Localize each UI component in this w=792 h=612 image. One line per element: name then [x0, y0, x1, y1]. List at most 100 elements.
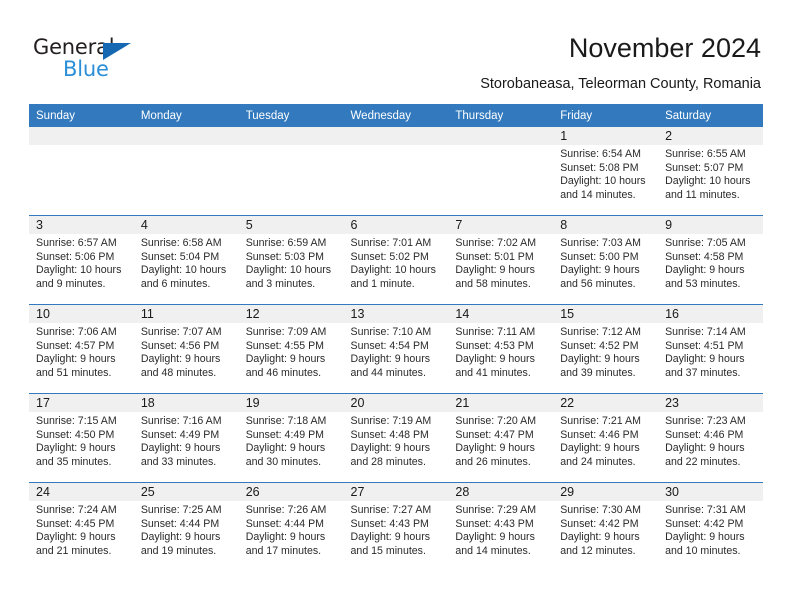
day-cell-inner: 10 Sunrise: 7:06 AM Sunset: 4:57 PM Dayligh… [29, 305, 134, 393]
day-number: 13 [343, 305, 449, 323]
day-number: 5 [238, 216, 344, 234]
sunset-text: Sunset: 5:01 PM [455, 250, 534, 263]
daylight-text: Daylight: 10 hours and 1 minute. [350, 264, 436, 290]
sunset-text: Sunset: 5:00 PM [560, 250, 639, 263]
day-sun-info: Sunrise: 7:25 AM Sunset: 4:44 PM Daylight:… [134, 501, 239, 558]
daylight-text: Daylight: 9 hours and 53 minutes. [665, 264, 745, 290]
sunrise-text: Sunrise: 6:57 AM [36, 237, 117, 249]
calendar-day-cell[interactable]: 7 Sunrise: 7:02 AM Sunset: 5:01 PM Daylight… [448, 215, 554, 305]
calendar-day-cell[interactable]: 29 Sunrise: 7:30 AM Sunset: 4:42 PM Dayligh… [553, 482, 659, 571]
calendar-day-cell[interactable]: 4 Sunrise: 6:58 AM Sunset: 5:04 PM Daylight… [133, 215, 239, 305]
daylight-text: Daylight: 9 hours and 41 minutes. [455, 353, 535, 379]
calendar-day-cell[interactable]: 15 Sunrise: 7:12 AM Sunset: 4:52 PM Dayligh… [553, 304, 659, 394]
calendar-day-cell[interactable]: 19 Sunrise: 7:18 AM Sunset: 4:49 PM Dayligh… [238, 393, 344, 483]
day-sun-info: Sunrise: 7:16 AM Sunset: 4:49 PM Daylight:… [134, 412, 239, 469]
calendar-header-row: Sunday Monday Tuesday Wednesday Thursday Frid… [29, 104, 763, 127]
sunrise-text: Sunrise: 7:20 AM [455, 415, 537, 427]
day-number: 12 [238, 305, 344, 323]
weekday-header-wednesday: Wednesday [343, 104, 449, 127]
calendar-day-cell[interactable]: 18 Sunrise: 7:16 AM Sunset: 4:49 PM Dayligh… [133, 393, 239, 483]
daylight-text: Daylight: 9 hours and 14 minutes. [455, 531, 535, 557]
sunrise-text: Sunrise: 7:06 AM [36, 326, 117, 338]
calendar-day-cell[interactable]: 28 Sunrise: 7:29 AM Sunset: 4:43 PM Dayligh… [448, 482, 554, 571]
day-sun-info: Sunrise: 6:58 AM Sunset: 5:04 PM Daylight:… [134, 234, 239, 291]
day-sun-info: Sunrise: 6:54 AM Sunset: 5:08 PM Daylight:… [553, 145, 658, 202]
day-sun-info: Sunrise: 7:24 AM Sunset: 4:45 PM Daylight:… [29, 501, 134, 558]
day-cell-inner: 6 Sunrise: 7:01 AM Sunset: 5:02 PM Daylight… [343, 216, 449, 304]
calendar-day-cell[interactable]: 13 Sunrise: 7:10 AM Sunset: 4:54 PM Dayligh… [343, 304, 449, 394]
calendar-day-cell[interactable]: 6 Sunrise: 7:01 AM Sunset: 5:02 PM Daylight… [343, 215, 449, 305]
sunset-text: Sunset: 4:46 PM [665, 428, 744, 441]
calendar-day-cell[interactable]: 1 Sunrise: 6:54 AM Sunset: 5:08 PM Daylight… [553, 127, 659, 216]
calendar-day-cell[interactable]: 5 Sunrise: 6:59 AM Sunset: 5:03 PM Daylight… [238, 215, 344, 305]
day-number: 16 [658, 305, 763, 323]
sunset-text: Sunset: 5:08 PM [560, 161, 639, 174]
calendar-day-cell[interactable]: 11 Sunrise: 7:07 AM Sunset: 4:56 PM Dayligh… [133, 304, 239, 394]
day-cell-inner: 29 Sunrise: 7:30 AM Sunset: 4:42 PM Dayligh… [553, 483, 659, 571]
calendar-day-cell[interactable]: 25 Sunrise: 7:25 AM Sunset: 4:44 PM Dayligh… [133, 482, 239, 571]
sunrise-text: Sunrise: 7:27 AM [350, 504, 432, 516]
day-cell-inner: 24 Sunrise: 7:24 AM Sunset: 4:45 PM Dayligh… [29, 483, 134, 571]
day-number: 15 [553, 305, 659, 323]
sunset-text: Sunset: 4:57 PM [36, 339, 115, 352]
day-cell-inner [29, 127, 134, 215]
daylight-text: Daylight: 9 hours and 22 minutes. [665, 442, 745, 468]
calendar-day-cell[interactable]: 8 Sunrise: 7:03 AM Sunset: 5:00 PM Daylight… [553, 215, 659, 305]
calendar-day-cell[interactable]: 26 Sunrise: 7:26 AM Sunset: 4:44 PM Dayligh… [238, 482, 344, 571]
calendar-day-cell[interactable]: 10 Sunrise: 7:06 AM Sunset: 4:57 PM Dayligh… [29, 304, 134, 394]
sunset-text: Sunset: 5:04 PM [140, 250, 220, 263]
sunrise-text: Sunrise: 6:55 AM [665, 148, 746, 160]
day-number [133, 127, 239, 145]
sunrise-text: Sunrise: 7:29 AM [455, 504, 537, 516]
day-sun-info: Sunrise: 7:02 AM Sunset: 5:01 PM Daylight:… [448, 234, 553, 291]
day-sun-info: Sunrise: 7:30 AM Sunset: 4:42 PM Daylight:… [553, 501, 658, 558]
calendar-day-cell-empty [448, 127, 554, 216]
daylight-text: Daylight: 9 hours and 58 minutes. [455, 264, 535, 290]
calendar-week-row: 3 Sunrise: 6:57 AM Sunset: 5:06 PM Daylight… [29, 215, 763, 305]
calendar-body: 1 Sunrise: 6:54 AM Sunset: 5:08 PM Daylight… [29, 127, 763, 571]
sunset-text: Sunset: 4:42 PM [560, 517, 639, 530]
calendar-day-cell[interactable]: 14 Sunrise: 7:11 AM Sunset: 4:53 PM Dayligh… [448, 304, 554, 394]
day-number: 8 [553, 216, 659, 234]
day-cell-inner: 18 Sunrise: 7:16 AM Sunset: 4:49 PM Dayligh… [133, 394, 239, 482]
calendar-day-cell[interactable]: 2 Sunrise: 6:55 AM Sunset: 5:07 PM Daylight… [658, 127, 763, 216]
day-sun-info: Sunrise: 7:31 AM Sunset: 4:42 PM Daylight:… [658, 501, 763, 558]
calendar-day-cell[interactable]: 22 Sunrise: 7:21 AM Sunset: 4:46 PM Dayligh… [553, 393, 659, 483]
calendar-day-cell[interactable]: 21 Sunrise: 7:20 AM Sunset: 4:47 PM Dayligh… [448, 393, 554, 483]
sunrise-text: Sunrise: 7:14 AM [665, 326, 746, 338]
daylight-text: Daylight: 9 hours and 46 minutes. [245, 353, 326, 379]
calendar-day-cell[interactable]: 12 Sunrise: 7:09 AM Sunset: 4:55 PM Dayligh… [238, 304, 344, 394]
calendar-day-cell[interactable]: 30 Sunrise: 7:31 AM Sunset: 4:42 PM Dayligh… [658, 482, 763, 571]
calendar-day-cell[interactable]: 16 Sunrise: 7:14 AM Sunset: 4:51 PM Dayligh… [658, 304, 763, 394]
sunset-text: Sunset: 5:03 PM [245, 250, 325, 263]
page-subtitle: Storobaneasa, Teleorman County, Romania [480, 76, 761, 92]
calendar-day-cell[interactable]: 23 Sunrise: 7:23 AM Sunset: 4:46 PM Dayligh… [658, 393, 763, 483]
day-cell-inner: 14 Sunrise: 7:11 AM Sunset: 4:53 PM Dayligh… [448, 305, 554, 393]
day-sun-info: Sunrise: 7:05 AM Sunset: 4:58 PM Daylight:… [658, 234, 763, 291]
calendar-day-cell[interactable]: 27 Sunrise: 7:27 AM Sunset: 4:43 PM Dayligh… [343, 482, 449, 571]
calendar-day-cell[interactable]: 24 Sunrise: 7:24 AM Sunset: 4:45 PM Dayligh… [29, 482, 134, 571]
brand-logo[interactable]: General Blue [33, 37, 163, 83]
calendar-day-cell[interactable]: 17 Sunrise: 7:15 AM Sunset: 4:50 PM Dayligh… [29, 393, 134, 483]
day-number [29, 127, 134, 145]
day-number: 3 [29, 216, 134, 234]
calendar-week-row: 10 Sunrise: 7:06 AM Sunset: 4:57 PM Dayligh… [29, 304, 763, 394]
day-number: 30 [658, 483, 763, 501]
sunrise-text: Sunrise: 7:18 AM [245, 415, 327, 427]
daylight-text: Daylight: 9 hours and 44 minutes. [350, 353, 431, 379]
calendar-day-cell[interactable]: 9 Sunrise: 7:05 AM Sunset: 4:58 PM Daylight… [658, 215, 763, 305]
brand-name-blue: Blue [63, 57, 109, 81]
sunrise-text: Sunrise: 7:01 AM [350, 237, 432, 249]
daylight-text: Daylight: 9 hours and 24 minutes. [560, 442, 640, 468]
day-sun-info: Sunrise: 7:29 AM Sunset: 4:43 PM Daylight:… [448, 501, 553, 558]
calendar-day-cell[interactable]: 3 Sunrise: 6:57 AM Sunset: 5:06 PM Daylight… [29, 215, 134, 305]
calendar-day-cell-empty [343, 127, 449, 216]
day-number [448, 127, 554, 145]
sunrise-text: Sunrise: 7:15 AM [36, 415, 117, 427]
calendar-day-cell-empty [238, 127, 344, 216]
day-cell-inner: 11 Sunrise: 7:07 AM Sunset: 4:56 PM Dayligh… [133, 305, 239, 393]
sunset-text: Sunset: 4:44 PM [140, 517, 220, 530]
day-cell-inner: 1 Sunrise: 6:54 AM Sunset: 5:08 PM Daylight… [553, 127, 659, 215]
weekday-header-row: Sunday Monday Tuesday Wednesday Thursday Frid… [29, 104, 763, 127]
calendar-day-cell[interactable]: 20 Sunrise: 7:19 AM Sunset: 4:48 PM Dayligh… [343, 393, 449, 483]
